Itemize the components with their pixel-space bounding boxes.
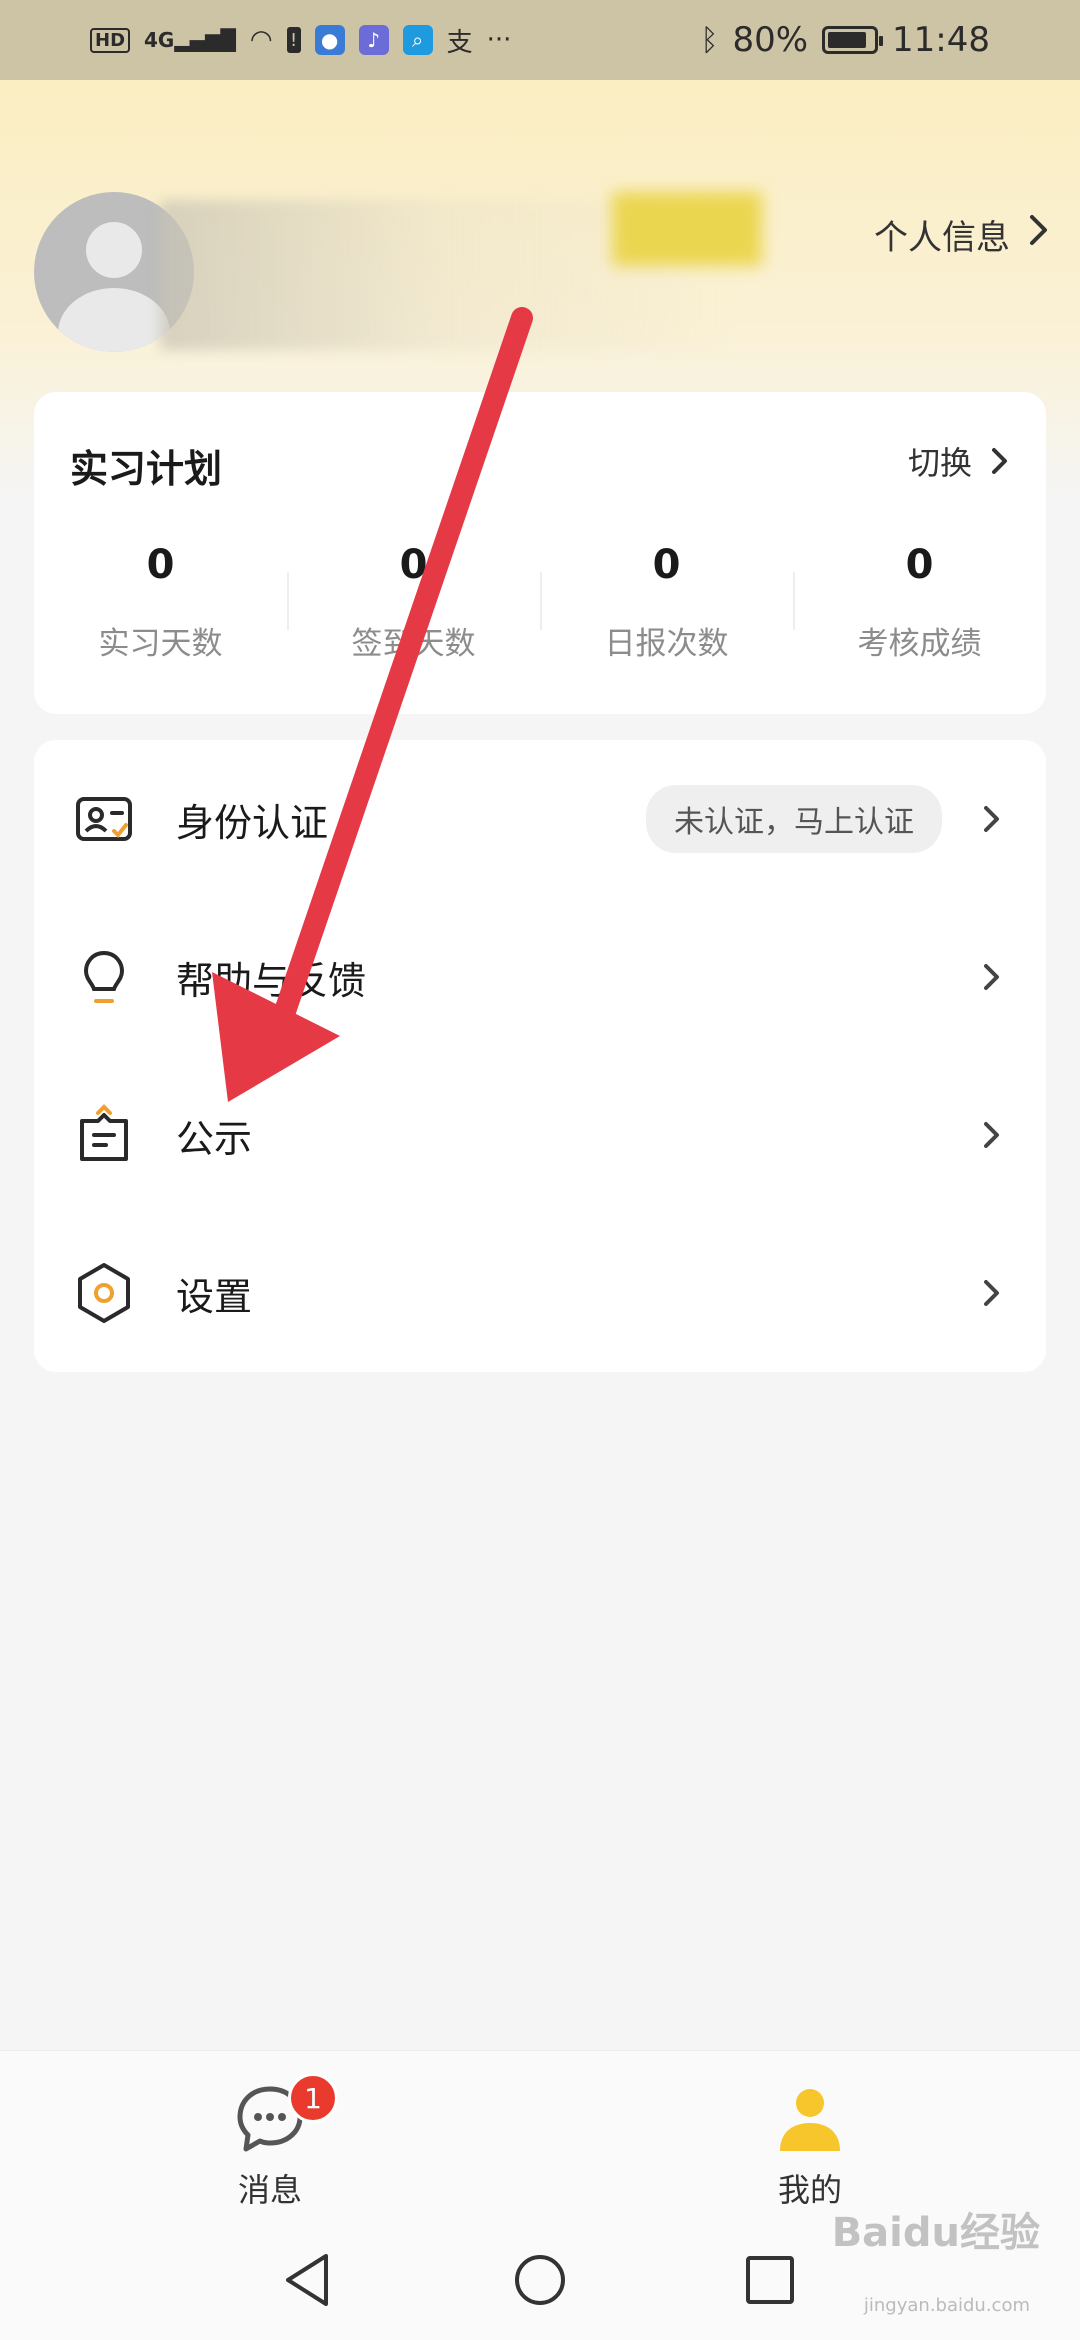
unread-badge: 1: [288, 2073, 338, 2123]
verify-status-badge[interactable]: 未认证，马上认证: [646, 785, 942, 853]
id-card-icon: [76, 797, 132, 841]
music-notify-icon: ♪: [358, 25, 389, 55]
internship-plan-card: 实习计划 切换 0 实习天数 0 签到天数 0 日报次数 0 考核成绩: [34, 392, 1046, 714]
blurred-tag: [612, 192, 762, 266]
menu-label: 帮助与反馈: [176, 958, 367, 1003]
watermark-logo: Baidu经验: [831, 2210, 1040, 2256]
stat-label: 签到天数: [351, 626, 476, 662]
signal-icon: 4G ▂▄▆█: [144, 28, 236, 52]
watermark-url: jingyan.baidu.com: [863, 2295, 1030, 2316]
stat-assessment-score[interactable]: 0 考核成绩: [793, 542, 1046, 663]
stat-daily-reports[interactable]: 0 日报次数: [540, 542, 793, 663]
chevron-right-icon: [1028, 213, 1050, 256]
bottom-tab-bar: 1 消息 我的: [0, 2050, 1080, 2220]
alipay-notify-icon: 支: [446, 27, 473, 58]
stat-value: 0: [146, 542, 175, 588]
menu-label: 设置: [176, 1274, 253, 1319]
battery-icon: [822, 26, 884, 54]
plan-switch-button[interactable]: 切换: [908, 438, 1010, 484]
plan-switch-label: 切换: [907, 444, 972, 482]
menu-item-settings[interactable]: 设置: [34, 1214, 1046, 1372]
battery-percent: 80%: [732, 20, 809, 60]
tab-messages[interactable]: 1 消息: [170, 2073, 370, 2211]
wifi-icon: ◠: [249, 25, 273, 55]
hexagon-gear-icon: [78, 1263, 130, 1323]
search-notify-icon: ⌕: [402, 25, 433, 55]
home-nav-icon[interactable]: [512, 2252, 568, 2308]
stat-value: 0: [905, 542, 934, 588]
status-bar: HD 4G ▂▄▆█ ◠ ! ● ♪ ⌕ 支 ··· ᛒ 80% 11:48: [0, 0, 1080, 80]
tab-label: 消息: [237, 2171, 302, 2209]
stat-internship-days[interactable]: 0 实习天数: [34, 542, 287, 663]
menu-label: 公示: [176, 1116, 253, 1161]
tab-me[interactable]: 我的: [710, 2081, 910, 2211]
plan-stats: 0 实习天数 0 签到天数 0 日报次数 0 考核成绩: [34, 542, 1046, 663]
menu-item-identity[interactable]: 身份认证 未认证，马上认证: [34, 740, 1046, 898]
more-notify-icon: ···: [486, 25, 512, 55]
recents-nav-icon[interactable]: [744, 2254, 796, 2306]
menu-label: 身份认证: [176, 800, 329, 845]
stat-label: 实习天数: [98, 626, 223, 662]
chevron-right-icon: [984, 1122, 999, 1148]
chevron-right-icon: [984, 964, 999, 990]
chevron-right-icon: [992, 448, 1007, 474]
stat-label: 考核成绩: [857, 626, 982, 662]
lightbulb-icon: [83, 950, 125, 1003]
bluetooth-icon: ᛒ: [700, 22, 719, 58]
status-right: ᛒ 80% 11:48: [700, 20, 990, 60]
stat-checkin-days[interactable]: 0 签到天数: [287, 542, 540, 663]
clock: 11:48: [892, 20, 990, 60]
plan-title: 实习计划: [70, 447, 223, 491]
profile-info-label: 个人信息: [874, 218, 1010, 258]
notice-board-icon: [80, 1104, 128, 1161]
menu-item-notice[interactable]: 公示: [34, 1056, 1046, 1214]
menu-item-help-feedback[interactable]: 帮助与反馈: [34, 898, 1046, 1056]
app-notify-icon: ●: [314, 25, 345, 55]
status-left: HD 4G ▂▄▆█ ◠ ! ● ♪ ⌕ 支 ···: [90, 22, 511, 59]
alert-icon: !: [286, 27, 301, 53]
profile-info-link[interactable]: 个人信息: [874, 210, 1050, 259]
menu-card: 身份认证 未认证，马上认证 帮助与反馈 公示 设置: [34, 740, 1046, 1372]
stat-value: 0: [652, 542, 681, 588]
user-icon: [780, 2089, 840, 2151]
chevron-right-icon: [984, 806, 999, 832]
hd-icon: HD: [90, 27, 131, 53]
back-nav-icon[interactable]: [282, 2252, 332, 2308]
stat-label: 日报次数: [604, 626, 729, 662]
stat-value: 0: [399, 542, 428, 588]
chevron-right-icon: [984, 1280, 999, 1306]
